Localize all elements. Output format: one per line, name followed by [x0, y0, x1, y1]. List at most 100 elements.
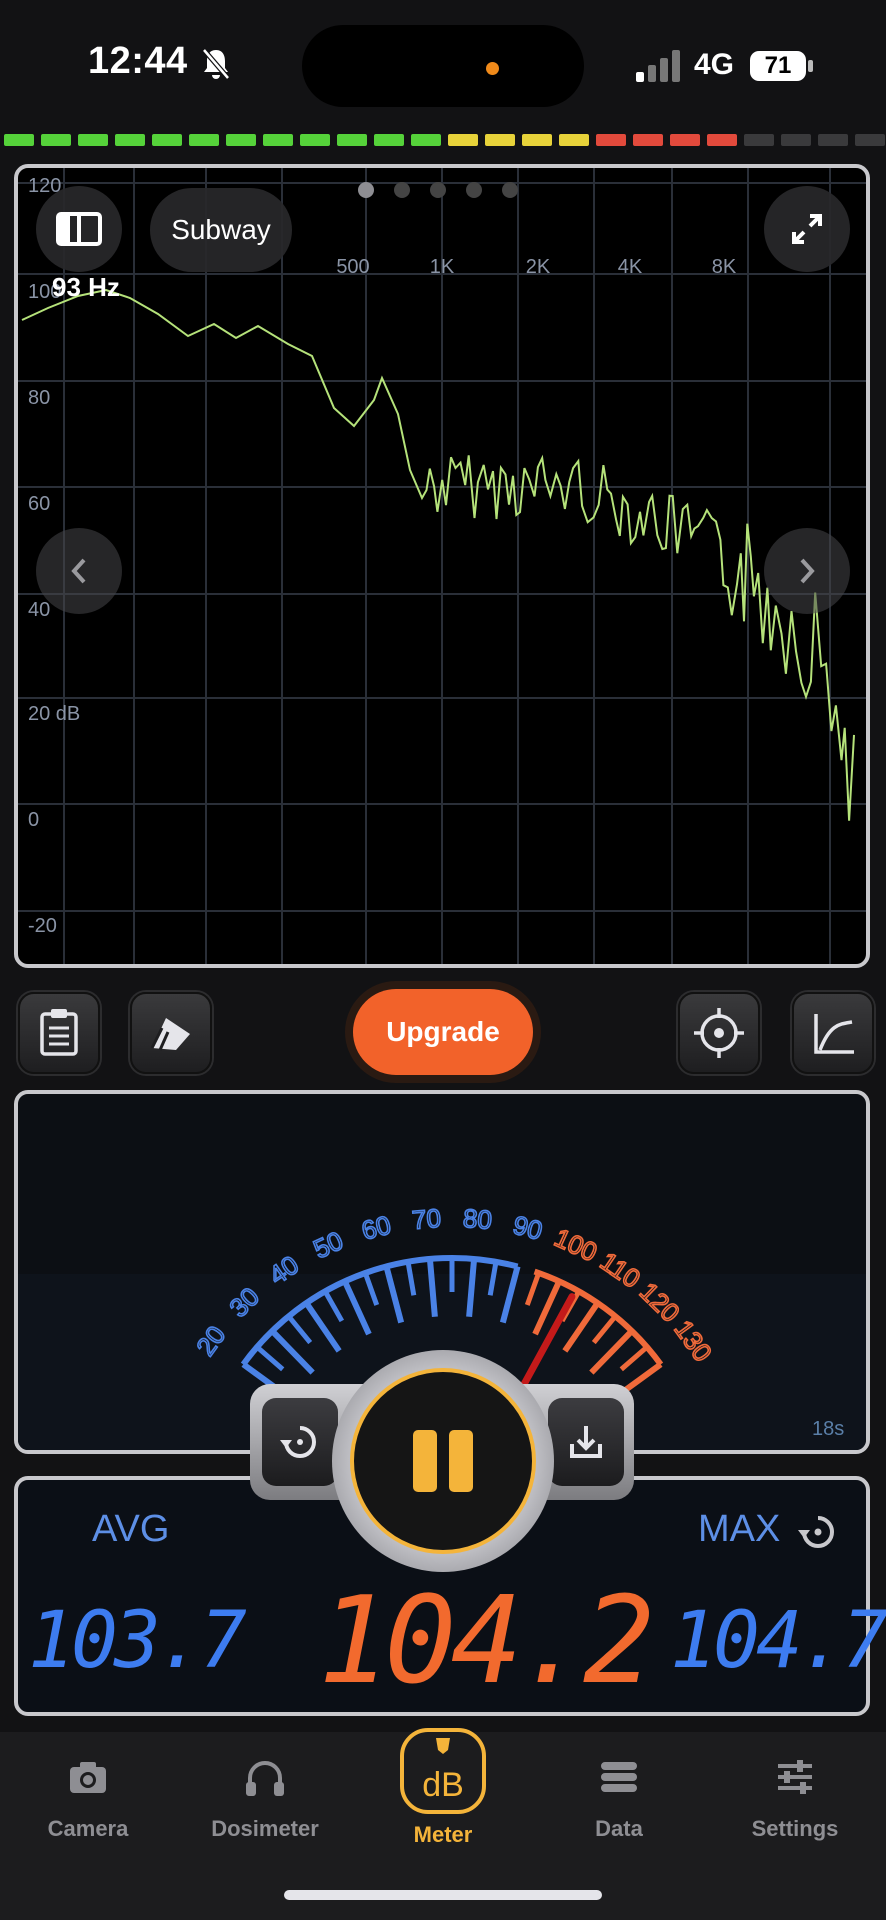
x-tick-label: 8K [712, 256, 737, 278]
level-segment [152, 134, 182, 146]
chevron-right-icon [800, 558, 815, 584]
expand-icon [792, 214, 822, 244]
reset-icon [280, 1426, 316, 1458]
pause-icon [413, 1430, 473, 1492]
page-dot [394, 182, 410, 198]
battery-level: 71 [750, 51, 806, 81]
tab-camera[interactable]: Camera [13, 1752, 163, 1842]
battery-cap [808, 60, 813, 72]
gauge-scale-label: 80 [462, 1203, 493, 1235]
database-icon [601, 1762, 637, 1792]
peak-frequency-label: 93 Hz [52, 272, 120, 302]
tab-settings[interactable]: Settings [720, 1752, 870, 1842]
previous-page-button[interactable] [36, 528, 122, 614]
tab-meter[interactable]: dB Meter [368, 1726, 518, 1848]
level-segment [633, 134, 663, 146]
level-segment [41, 134, 71, 146]
preset-label[interactable]: Subway [150, 188, 292, 272]
page-dot [430, 182, 446, 198]
avg-value: 103.7 [28, 1596, 247, 1686]
headphones-icon [246, 1761, 284, 1796]
level-segment [4, 134, 34, 146]
sliders-icon [778, 1760, 812, 1794]
x-tick-label: 4K [618, 256, 643, 278]
level-segment [300, 134, 330, 146]
mic-indicator-icon [486, 62, 499, 75]
weighting-button[interactable] [130, 992, 212, 1074]
elapsed-time: 18s [812, 1418, 845, 1440]
level-segment [411, 134, 441, 146]
level-segment [707, 134, 737, 146]
level-segment [522, 134, 552, 146]
y-tick-label: 20 dB [28, 703, 80, 725]
level-segment [485, 134, 515, 146]
clipboard-icon [40, 1009, 78, 1056]
gauge-scale-label: 100 [550, 1222, 602, 1267]
level-segment [374, 134, 404, 146]
x-tick-label: 2K [526, 256, 551, 278]
level-segment [115, 134, 145, 146]
level-meter-strip [0, 134, 886, 150]
x-tick-label: 1K [430, 256, 455, 278]
level-segment [670, 134, 700, 146]
home-indicator [284, 1890, 602, 1900]
reference-book-button[interactable] [36, 186, 122, 272]
chart-mode-button[interactable] [792, 992, 874, 1074]
level-segment [744, 134, 774, 146]
reset-max-icon[interactable] [796, 1510, 840, 1554]
layers-icon [150, 1018, 190, 1051]
upgrade-button[interactable]: Upgrade [353, 989, 533, 1075]
spectrum-graph: 12010080604020 dB0-20500 1K 2K 4K 8K [18, 168, 866, 964]
tab-settings-label: Settings [751, 1816, 839, 1841]
y-tick-label: 80 [28, 387, 50, 409]
x-tick-label: 500 [336, 256, 369, 278]
gauge-scale-label: 90 [510, 1209, 546, 1245]
avg-label: AVG [92, 1508, 170, 1550]
tab-dosimeter-label: Dosimeter [211, 1816, 319, 1841]
gauge-scale-label: 60 [358, 1209, 394, 1245]
tab-dosimeter[interactable]: Dosimeter [190, 1752, 340, 1842]
report-button[interactable] [18, 992, 100, 1074]
chart-curve-icon [814, 1014, 854, 1054]
page-indicator[interactable] [358, 182, 518, 198]
level-segment [337, 134, 367, 146]
db-icon: dB [400, 1728, 486, 1814]
next-page-button[interactable] [764, 528, 850, 614]
page-dot [466, 182, 482, 198]
max-label: MAX [698, 1508, 781, 1550]
download-icon [570, 1426, 602, 1458]
pause-button[interactable] [350, 1368, 536, 1554]
bell-slash-icon [202, 48, 230, 80]
network-type: 4G [694, 48, 735, 81]
max-value: 104.7 [670, 1596, 886, 1686]
gauge-scale-label: 70 [411, 1203, 442, 1235]
level-segment [448, 134, 478, 146]
gauge-scale-label: 50 [309, 1225, 348, 1264]
spectrum-line [21, 288, 855, 821]
calibrate-button[interactable] [678, 992, 760, 1074]
level-segment [559, 134, 589, 146]
status-time: 12:44 [88, 40, 188, 82]
y-tick-label: 0 [28, 809, 39, 831]
book-icon [56, 212, 102, 246]
level-segment [189, 134, 219, 146]
camera-icon [70, 1762, 106, 1793]
cellular-signal-icon [636, 50, 680, 82]
level-segment [855, 134, 885, 146]
level-segment [263, 134, 293, 146]
tab-camera-label: Camera [47, 1816, 129, 1841]
level-segment [781, 134, 811, 146]
level-segment [78, 134, 108, 146]
spectrum-panel: 120 100 80 60 40 20 dB 0 -20 500 1K 2K 4K 8K [14, 164, 870, 968]
page-dot [358, 182, 374, 198]
chevron-left-icon [71, 558, 86, 584]
reset-button[interactable] [262, 1398, 338, 1486]
level-segment [226, 134, 256, 146]
export-button[interactable] [548, 1398, 624, 1486]
page-dot [502, 182, 518, 198]
dynamic-island [302, 25, 584, 107]
expand-button[interactable] [764, 186, 850, 272]
tab-data[interactable]: Data [544, 1752, 694, 1842]
y-tick-label: -20 [28, 915, 57, 937]
svg-text:dB: dB [422, 1766, 464, 1804]
